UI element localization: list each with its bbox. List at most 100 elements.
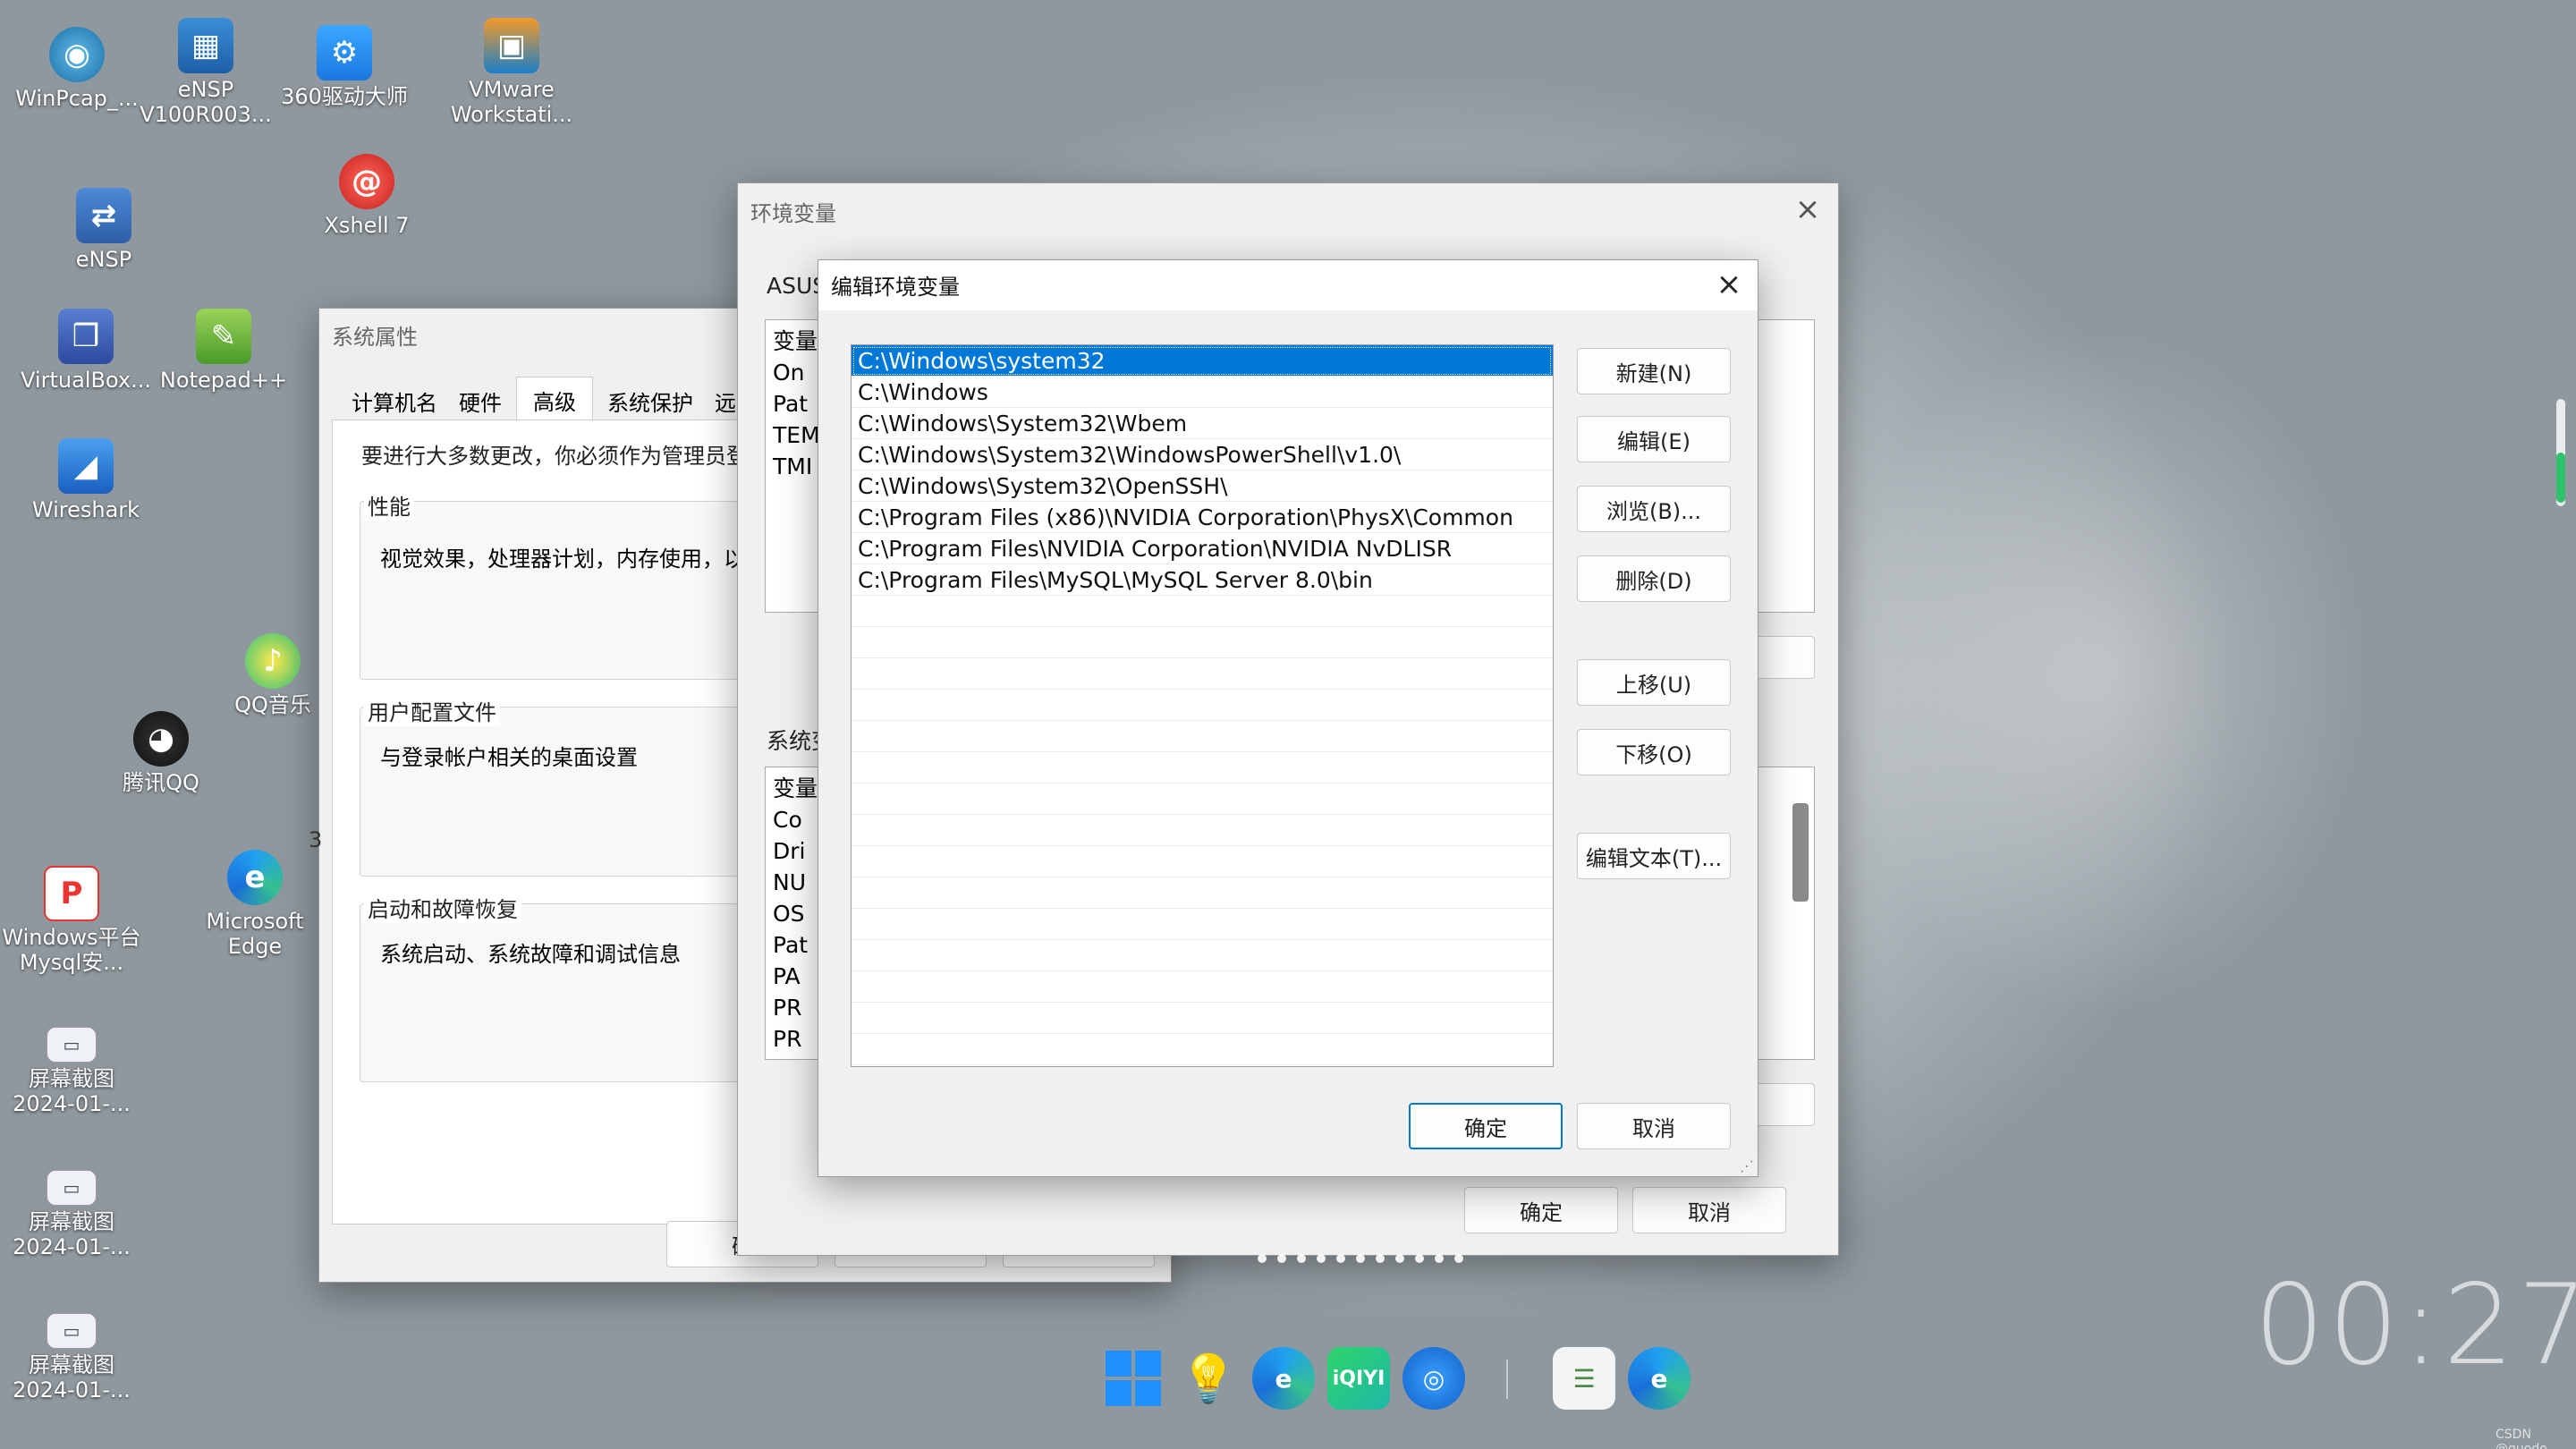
desktop-icon-label: 屏幕截图 2024-01-... bbox=[13, 1352, 131, 1402]
scrollbar-thumb[interactable] bbox=[1792, 803, 1809, 902]
ensp-installer-icon: ▦ bbox=[178, 18, 233, 73]
desktop-icon-360-driver[interactable]: ⚙ 360驱动大师 bbox=[273, 25, 416, 109]
tab-system-protection[interactable]: 系统保护 bbox=[597, 380, 704, 422]
desktop-icon-label: VirtualBox... bbox=[21, 368, 151, 393]
desktop-icon-label: VMware Workstati... bbox=[450, 77, 573, 127]
qq-icon: ◕ bbox=[133, 711, 189, 767]
desktop-icon-edge[interactable]: e Microsoft Edge bbox=[183, 850, 326, 959]
path-list-item[interactable]: C:\Program Files\MySQL\MySQL Server 8.0\… bbox=[852, 564, 1553, 596]
empty-row bbox=[852, 1003, 1553, 1034]
iqiyi-icon[interactable]: iQIYI bbox=[1327, 1347, 1390, 1410]
delete-button[interactable]: 删除(D) bbox=[1577, 555, 1731, 602]
edit-button[interactable]: 编辑(E) bbox=[1577, 416, 1731, 462]
virtualbox-icon: ❒ bbox=[58, 309, 114, 364]
side-mark: 3 bbox=[309, 827, 323, 852]
desktop-icon-ensp-installer[interactable]: ▦ eNSP V100R003... bbox=[134, 18, 277, 127]
desktop-icon-label: 屏幕截图 2024-01-... bbox=[13, 1066, 131, 1116]
empty-row bbox=[852, 627, 1553, 658]
group-title: 用户配置文件 bbox=[364, 695, 500, 726]
tab-advanced[interactable]: 高级 bbox=[516, 377, 593, 422]
desktop-icon-label: eNSP V100R003... bbox=[140, 77, 272, 127]
resize-grip-icon[interactable]: ⋰ bbox=[1740, 1157, 1754, 1174]
envvars-ok-button[interactable]: 确定 bbox=[1464, 1187, 1618, 1233]
360-driver-icon: ⚙ bbox=[317, 25, 372, 80]
desktop-icon-wireshark[interactable]: ◢ Wireshark bbox=[14, 438, 157, 522]
page-indicator bbox=[1258, 1254, 1463, 1263]
vmware-icon: ▣ bbox=[484, 18, 539, 73]
path-list-item[interactable]: C:\Windows\system32 bbox=[852, 345, 1553, 377]
desktop-icon-screenshot-1[interactable]: ▭ 屏幕截图 2024-01-... bbox=[0, 1027, 143, 1116]
screen-capture-icon[interactable]: ◎ bbox=[1402, 1347, 1465, 1410]
edit-dialog-cancel-button[interactable]: 取消 bbox=[1577, 1103, 1731, 1149]
edit-text-button[interactable]: 编辑文本(T)... bbox=[1577, 833, 1731, 879]
notepad-plus-plus-icon: ✎ bbox=[196, 309, 251, 364]
empty-row bbox=[852, 877, 1553, 909]
desktop-icon-virtualbox[interactable]: ❒ VirtualBox... bbox=[14, 309, 157, 393]
new-button[interactable]: 新建(N) bbox=[1577, 348, 1731, 394]
system-var-row: PA bbox=[773, 963, 801, 989]
path-list-item[interactable]: C:\Windows\System32\OpenSSH\ bbox=[852, 470, 1553, 502]
desktop-icon-screenshot-3[interactable]: ▭ 屏幕截图 2024-01-... bbox=[0, 1313, 143, 1402]
side-scroll-track[interactable] bbox=[2556, 399, 2565, 506]
desktop-icon-notepadpp[interactable]: ✎ Notepad++ bbox=[152, 309, 295, 393]
browse-button[interactable]: 浏览(B)... bbox=[1577, 486, 1731, 532]
desktop-icon-winpcap[interactable]: ◉ WinPcap_... bbox=[5, 27, 148, 111]
desktop-icon-label: 腾讯QQ bbox=[123, 770, 199, 795]
user-var-row: TMI bbox=[773, 453, 813, 479]
user-var-row: Pat bbox=[773, 391, 809, 417]
tab-computer-name[interactable]: 计算机名 bbox=[341, 380, 448, 422]
empty-row bbox=[852, 909, 1553, 940]
path-list-item[interactable]: C:\Windows\System32\Wbem bbox=[852, 408, 1553, 439]
desktop-icon-xshell[interactable]: @ Xshell 7 bbox=[295, 154, 438, 238]
close-icon[interactable]: × bbox=[1790, 192, 1826, 228]
desktop-icon-mysql-pdf[interactable]: P Windows平台Mysql安... bbox=[0, 866, 143, 975]
side-scroll-thumb[interactable] bbox=[2556, 453, 2565, 503]
path-list[interactable]: C:\Windows\system32 C:\Windows C:\Window… bbox=[851, 344, 1554, 1067]
desktop-icon-ensp[interactable]: ⇄ eNSP bbox=[32, 188, 175, 272]
edge-icon: e bbox=[227, 850, 283, 905]
path-list-item[interactable]: C:\Program Files (x86)\NVIDIA Corporatio… bbox=[852, 502, 1553, 533]
tips-bulb-icon[interactable]: 💡 bbox=[1177, 1347, 1240, 1410]
sysprops-tab-strip: 计算机名 硬件 高级 系统保护 远 bbox=[341, 377, 747, 422]
window-title: 编辑环境变量 bbox=[831, 275, 960, 300]
edge-icon[interactable]: e bbox=[1628, 1347, 1690, 1410]
system-var-action-button[interactable] bbox=[1749, 1083, 1815, 1126]
close-icon[interactable]: × bbox=[1711, 267, 1747, 303]
empty-row bbox=[852, 658, 1553, 690]
desktop-icon-label: eNSP bbox=[75, 247, 132, 272]
desktop-icon-screenshot-2[interactable]: ▭ 屏幕截图 2024-01-... bbox=[0, 1170, 143, 1259]
path-list-item[interactable]: C:\Windows bbox=[852, 377, 1553, 408]
winpcap-icon: ◉ bbox=[49, 27, 105, 82]
edit-environment-variable-dialog: 编辑环境变量 × C:\Windows\system32 C:\Windows … bbox=[818, 259, 1758, 1177]
empty-row bbox=[852, 940, 1553, 971]
xshell-icon: @ bbox=[339, 154, 394, 209]
edge-icon[interactable]: e bbox=[1252, 1347, 1315, 1410]
user-var-row: On bbox=[773, 360, 805, 386]
notepad-app-icon[interactable]: ☰ bbox=[1553, 1347, 1615, 1410]
desktop-icon-label: Microsoft Edge bbox=[206, 909, 304, 959]
edit-dialog-ok-button[interactable]: 确定 bbox=[1409, 1103, 1563, 1149]
envvars-cancel-button[interactable]: 取消 bbox=[1632, 1187, 1786, 1233]
path-list-item[interactable]: C:\Windows\System32\WindowsPowerShell\v1… bbox=[852, 439, 1553, 470]
empty-row bbox=[852, 690, 1553, 721]
system-var-row: NU bbox=[773, 869, 806, 895]
desktop-icon-label: Xshell 7 bbox=[324, 213, 410, 238]
user-var-action-button[interactable] bbox=[1749, 636, 1815, 679]
system-var-row: 变量 bbox=[773, 775, 818, 801]
windows-start-icon[interactable] bbox=[1102, 1347, 1165, 1410]
move-down-button[interactable]: 下移(O) bbox=[1577, 729, 1731, 775]
desktop-icon-qq[interactable]: ◕ 腾讯QQ bbox=[89, 711, 233, 795]
path-list-item[interactable]: C:\Program Files\NVIDIA Corporation\NVID… bbox=[852, 533, 1553, 564]
qq-music-icon: ♪ bbox=[245, 633, 301, 689]
move-up-button[interactable]: 上移(U) bbox=[1577, 659, 1731, 706]
user-var-row: 变量 bbox=[773, 328, 818, 354]
window-title: 环境变量 bbox=[750, 201, 836, 226]
screenshot-file-icon: ▭ bbox=[47, 1170, 97, 1206]
tab-hardware[interactable]: 硬件 bbox=[448, 380, 513, 422]
empty-row bbox=[852, 1034, 1553, 1065]
watermark: CSDN @guodo bbox=[2496, 1428, 2547, 1449]
system-var-row: Dri bbox=[773, 838, 806, 864]
empty-row bbox=[852, 815, 1553, 846]
desktop-clock: 00:27 bbox=[2254, 1261, 2576, 1390]
desktop-icon-vmware[interactable]: ▣ VMware Workstati... bbox=[440, 18, 583, 127]
